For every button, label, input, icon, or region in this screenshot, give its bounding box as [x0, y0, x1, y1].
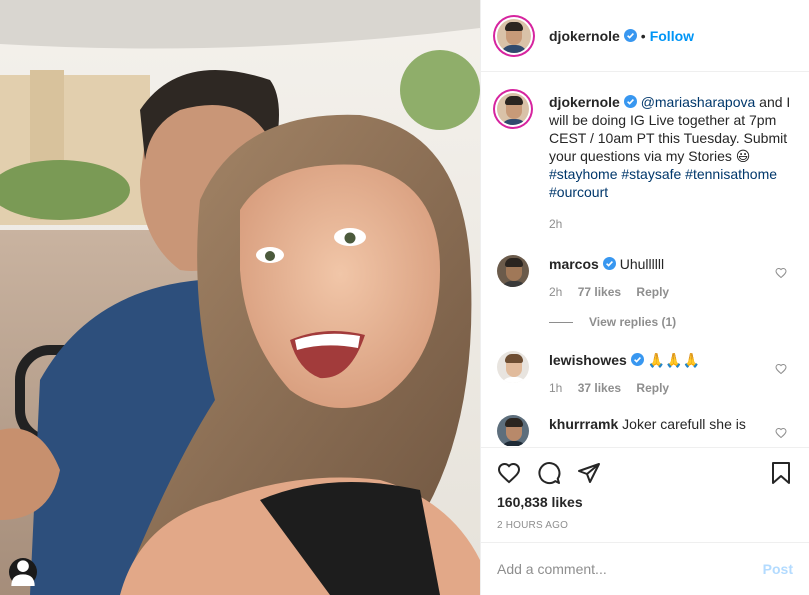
reply-button[interactable]: Reply	[636, 381, 669, 395]
user-tag-icon[interactable]	[9, 558, 37, 586]
comment-heart-icon[interactable]	[775, 267, 787, 279]
comment-text: Joker carefull she is	[622, 416, 746, 432]
caption-time: 2h	[549, 217, 563, 231]
caption: djokernole @mariasharapova and I will be…	[497, 93, 793, 233]
separator-dot: •	[640, 27, 646, 44]
commenter-username[interactable]: khurrramk	[549, 416, 618, 432]
comment-icon[interactable]	[537, 461, 561, 485]
post-sidebar: djokernole • Follow djokernole @mariasha…	[480, 0, 809, 595]
caption-mention[interactable]: @mariasharapova	[641, 94, 756, 110]
author-username[interactable]: djokernole	[549, 28, 620, 44]
comment-composer: Post	[481, 542, 809, 595]
comment-text: Uhullllll	[619, 256, 665, 272]
comment-likes[interactable]: 37 likes	[578, 381, 621, 395]
commenter-username[interactable]: lewishowes	[549, 352, 627, 368]
author-avatar[interactable]	[497, 18, 531, 53]
caption-avatar[interactable]	[497, 93, 529, 125]
commenter-avatar[interactable]	[497, 255, 529, 287]
commenter-avatar[interactable]	[497, 351, 529, 383]
comments-list[interactable]: djokernole @mariasharapova and I will be…	[481, 73, 809, 446]
caption-hashtags[interactable]: #stayhome #staysafe #tennisathome #ourco…	[549, 166, 777, 200]
share-icon[interactable]	[577, 461, 601, 485]
comment-item: lewishowes 🙏🙏🙏 1h 37 likes Reply	[497, 351, 793, 397]
post-actions: 160,838 likes 2 HOURS AGO	[481, 447, 809, 531]
post-timestamp[interactable]: 2 HOURS AGO	[497, 520, 793, 531]
comment-input[interactable]	[497, 561, 763, 577]
comment-item: marcos Uhullllll 2h 77 likes Reply	[497, 255, 793, 301]
follow-button[interactable]: Follow	[650, 28, 694, 44]
comment-time: 2h	[549, 285, 563, 299]
reply-button[interactable]: Reply	[636, 285, 669, 299]
post-photo[interactable]	[0, 0, 480, 595]
verified-badge-icon	[623, 29, 637, 42]
comment-likes[interactable]: 77 likes	[578, 285, 621, 299]
post-header: djokernole • Follow	[481, 0, 809, 72]
selfie-image	[0, 0, 480, 595]
comment-heart-icon[interactable]	[775, 363, 787, 375]
commenter-avatar[interactable]	[497, 415, 529, 446]
bookmark-icon[interactable]	[769, 461, 793, 485]
caption-username[interactable]: djokernole	[549, 94, 620, 110]
heart-icon[interactable]	[497, 461, 521, 485]
verified-badge-icon	[602, 257, 616, 270]
comment-item: khurrramk Joker carefull she is	[497, 415, 793, 446]
post-comment-button[interactable]: Post	[763, 561, 793, 577]
comment-text: 🙏🙏🙏	[647, 352, 700, 368]
verified-badge-icon	[623, 95, 637, 108]
likes-count[interactable]: 160,838 likes	[497, 494, 793, 510]
view-replies-label: View replies (1)	[589, 315, 677, 329]
comment-time: 1h	[549, 381, 563, 395]
verified-badge-icon	[630, 353, 644, 366]
view-replies-button[interactable]: View replies (1)	[549, 315, 793, 329]
comment-heart-icon[interactable]	[775, 427, 787, 439]
commenter-username[interactable]: marcos	[549, 256, 599, 272]
